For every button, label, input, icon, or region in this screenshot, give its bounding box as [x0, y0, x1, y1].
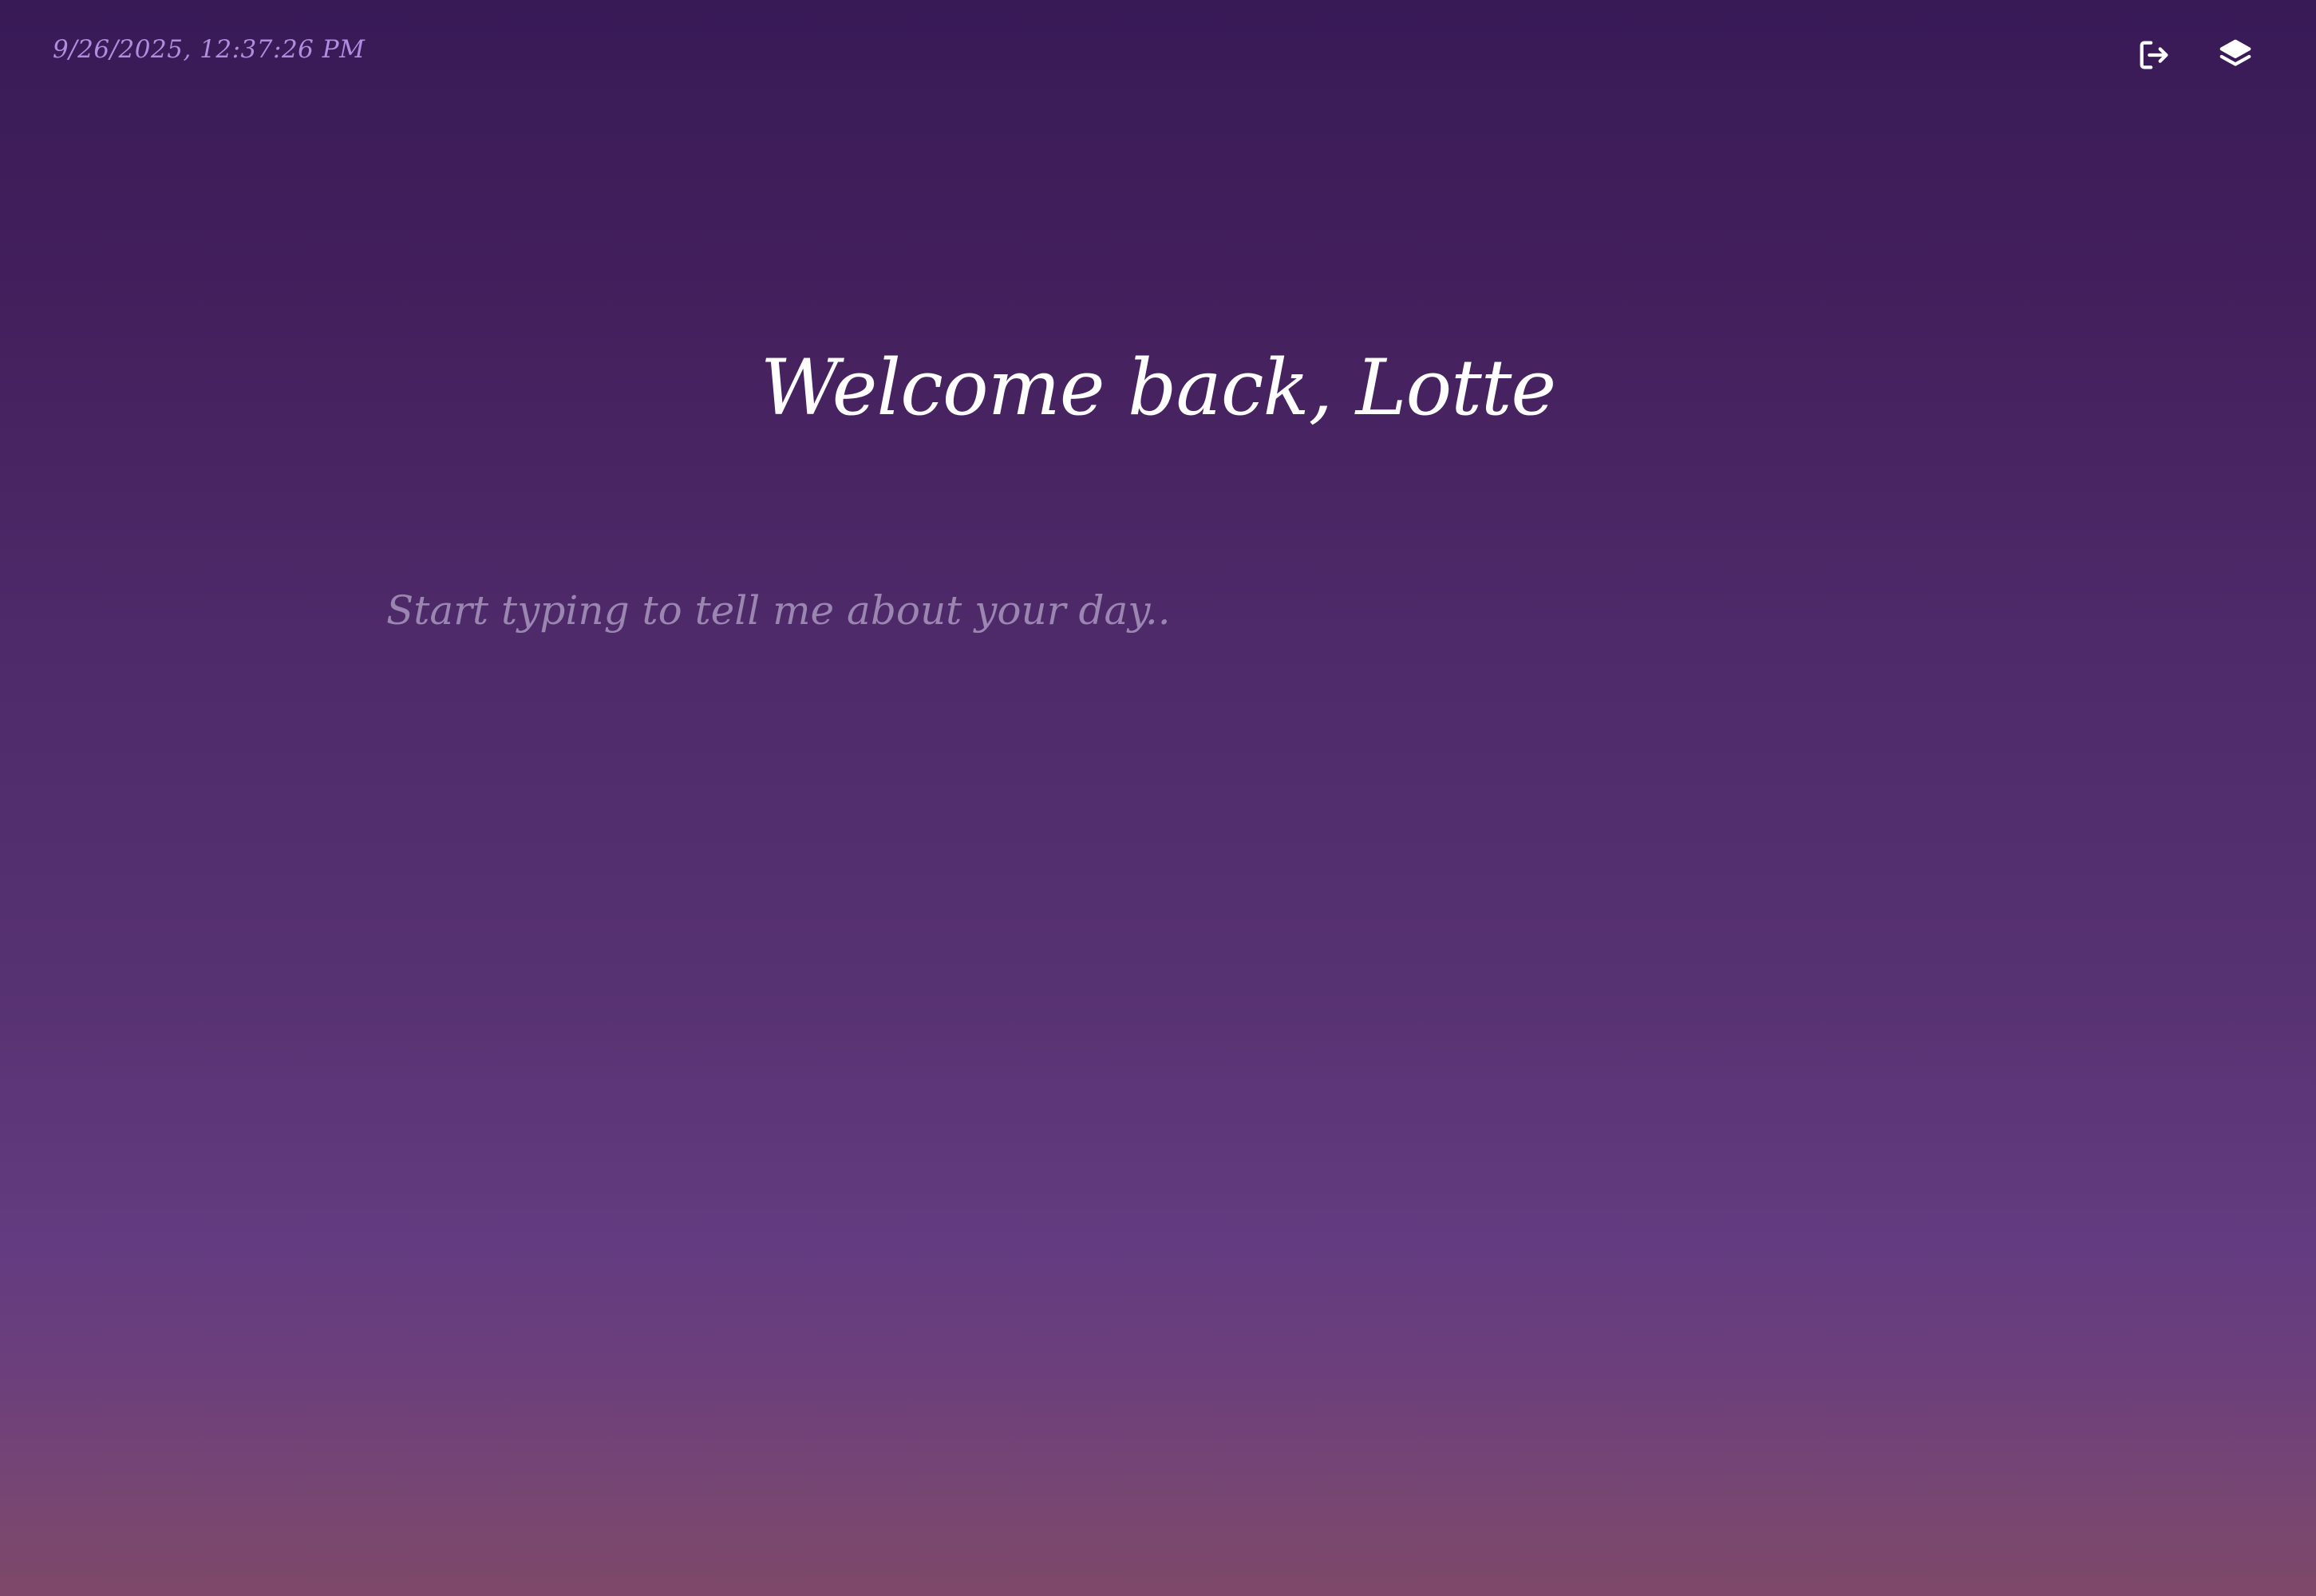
journal-input[interactable] — [386, 587, 1930, 1385]
logout-icon — [2140, 41, 2168, 69]
welcome-heading: Welcome back, Lotte — [760, 343, 1556, 433]
entries-button[interactable] — [2215, 35, 2255, 75]
top-toolbar — [2134, 35, 2255, 75]
timestamp: 9/26/2025, 12:37:26 PM — [53, 35, 366, 64]
layers-icon — [2219, 39, 2251, 66]
logout-button[interactable] — [2134, 35, 2174, 75]
